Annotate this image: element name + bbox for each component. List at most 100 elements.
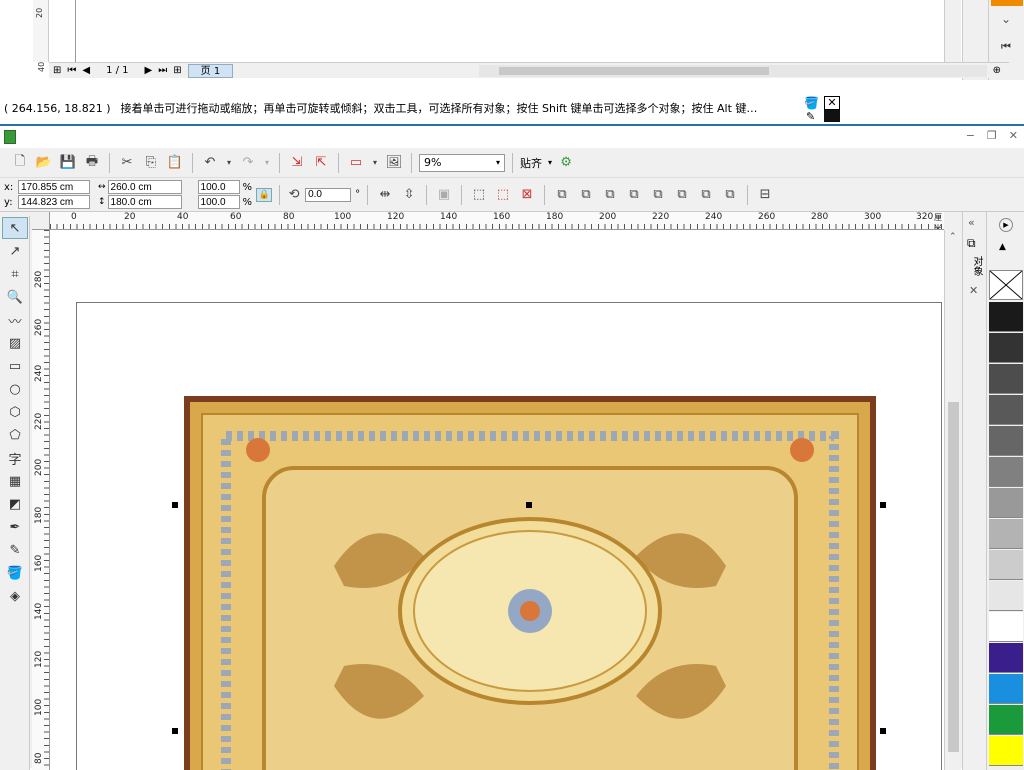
selection-handle[interactable] xyxy=(172,728,178,734)
print-icon[interactable]: 🖶 xyxy=(82,153,102,173)
polygon-tool-icon[interactable]: ⬡ xyxy=(2,401,28,423)
redo-icon[interactable]: ↷ xyxy=(238,153,258,173)
palette-swatch[interactable] xyxy=(989,426,1023,456)
table-tool-icon[interactable]: ▦ xyxy=(2,470,28,492)
shape-tool-icon[interactable]: ↗ xyxy=(2,240,28,262)
close-icon[interactable]: ✕ xyxy=(969,284,978,297)
fill-tool-icon[interactable]: 🪣 xyxy=(2,562,28,584)
trim-icon[interactable]: ⧉ xyxy=(600,185,620,205)
outline-pen-icon[interactable]: ✎ xyxy=(2,539,28,561)
interactive-fill-icon[interactable]: ◈ xyxy=(2,585,28,607)
rectangle-tool-icon[interactable]: ▭ xyxy=(2,355,28,377)
options-icon[interactable]: ⚙ xyxy=(556,153,576,173)
full-screen-preview-icon[interactable]: 🖼 xyxy=(384,153,404,173)
boundary-icon[interactable]: ⧉ xyxy=(720,185,740,205)
front-minus-back-icon[interactable]: ⧉ xyxy=(672,185,692,205)
vertical-scrollbar[interactable]: ⌃ xyxy=(944,230,961,770)
height-input[interactable] xyxy=(107,195,182,209)
chevron-down-icon[interactable]: ⌄ xyxy=(1001,12,1011,26)
group-icon[interactable]: ⬚ xyxy=(469,185,489,205)
selection-handle[interactable] xyxy=(880,728,886,734)
close-icon[interactable]: ✕ xyxy=(1009,129,1018,142)
docker-tab-objects[interactable]: 对象 xyxy=(969,256,984,276)
snap-to-button[interactable]: 贴齐 ▾ xyxy=(520,155,552,171)
outline-pen-icon[interactable]: ✎ xyxy=(806,110,815,123)
width-input[interactable] xyxy=(107,180,182,194)
chevron-up-icon[interactable]: ▲ xyxy=(999,242,1006,252)
fill-icon[interactable]: 🪣 xyxy=(804,96,819,110)
export-icon[interactable]: ⇱ xyxy=(311,153,331,173)
back-minus-front-icon[interactable]: ⧉ xyxy=(696,185,716,205)
wrap-text-icon[interactable]: ▣ xyxy=(434,185,454,205)
chevron-down-icon[interactable]: ▾ xyxy=(262,153,272,173)
document-area-previous[interactable] xyxy=(75,0,943,62)
outline-color-swatch[interactable] xyxy=(824,110,840,122)
next-page-icon[interactable]: ▶ xyxy=(145,65,153,76)
mirror-horizontal-icon[interactable]: ⇹ xyxy=(375,185,395,205)
paste-icon[interactable]: 📋 xyxy=(165,153,185,173)
palette-swatch[interactable] xyxy=(989,364,1023,394)
basic-shapes-icon[interactable]: ⬠ xyxy=(2,424,28,446)
new-document-icon[interactable]: 🗋 xyxy=(10,153,30,173)
zoom-icon[interactable]: ⊕ xyxy=(993,65,1001,76)
x-position-input[interactable] xyxy=(18,180,90,194)
smart-fill-icon[interactable]: ▨ xyxy=(2,332,28,354)
palette-menu-icon[interactable]: ▶ xyxy=(999,218,1013,232)
no-color-swatch[interactable] xyxy=(989,270,1023,300)
import-icon[interactable]: ⇲ xyxy=(287,153,307,173)
chevron-down-icon[interactable]: ▾ xyxy=(370,153,380,173)
chevron-up-icon[interactable]: ⌃ xyxy=(949,232,957,242)
text-tool-icon[interactable]: 字 xyxy=(2,447,28,469)
crop-tool-icon[interactable]: ⌗ xyxy=(2,263,28,285)
first-page-icon[interactable]: ⏮ xyxy=(67,65,76,76)
palette-swatch[interactable] xyxy=(989,302,1023,332)
palette-swatch[interactable] xyxy=(989,488,1023,518)
palette-swatch[interactable] xyxy=(989,705,1023,735)
palette-swatch[interactable] xyxy=(991,0,1023,6)
page-tab[interactable]: 页 1 xyxy=(187,63,234,78)
carpet-artwork[interactable] xyxy=(184,386,876,770)
last-page-icon[interactable]: ⏭ xyxy=(158,65,167,76)
palette-swatch[interactable] xyxy=(989,550,1023,580)
prev-page-icon[interactable]: ◀ xyxy=(82,65,90,76)
palette-swatch[interactable] xyxy=(989,643,1023,673)
add-page-icon[interactable]: ⊞ xyxy=(173,65,181,76)
selection-handle[interactable] xyxy=(880,502,886,508)
horizontal-ruler[interactable]: 0 20 40 60 80 100 120 140 160 180 200 22… xyxy=(50,212,944,230)
chevron-down-icon[interactable]: ▾ xyxy=(224,153,234,173)
minimize-icon[interactable]: − xyxy=(966,129,975,142)
open-folder-icon[interactable]: 📂 xyxy=(34,153,54,173)
interactive-tool-icon[interactable]: ◩ xyxy=(2,493,28,515)
palette-swatch[interactable] xyxy=(989,736,1023,766)
undo-icon[interactable]: ↶ xyxy=(200,153,220,173)
palette-swatch[interactable] xyxy=(989,395,1023,425)
save-icon[interactable]: 💾 xyxy=(58,153,78,173)
palette-swatch[interactable] xyxy=(989,457,1023,487)
palette-swatch[interactable] xyxy=(989,519,1023,549)
palette-swatch[interactable] xyxy=(989,674,1023,704)
selection-handle[interactable] xyxy=(172,502,178,508)
scroll-thumb[interactable] xyxy=(948,402,959,752)
rotation-input[interactable] xyxy=(305,187,352,202)
palette-swatch[interactable] xyxy=(989,333,1023,363)
copy-icon[interactable]: ⎘ xyxy=(141,153,161,173)
scale-y-input[interactable] xyxy=(197,195,240,209)
restore-icon[interactable]: ❐ xyxy=(987,129,997,142)
ellipse-tool-icon[interactable]: ○ xyxy=(2,378,28,400)
align-distribute-icon[interactable]: ⊟ xyxy=(755,185,775,205)
publish-pdf-icon[interactable]: ▭ xyxy=(346,153,366,173)
objects-docker-icon[interactable]: ⧉ xyxy=(967,236,976,251)
selection-handle[interactable] xyxy=(526,502,532,508)
drawing-canvas[interactable] xyxy=(50,230,944,770)
weld-icon[interactable]: ⧉ xyxy=(576,185,596,205)
cut-icon[interactable]: ✂ xyxy=(117,153,137,173)
zoom-level-select[interactable]: 9% ▾ xyxy=(419,153,505,172)
add-page-icon[interactable]: ⊞ xyxy=(53,65,61,76)
vertical-ruler[interactable]: 280 260 240 220 200 180 160 140 120 100 … xyxy=(32,230,50,770)
pick-tool-icon[interactable]: ↖ xyxy=(2,217,28,239)
scroll-thumb[interactable] xyxy=(499,66,770,75)
collapse-docker-icon[interactable]: « xyxy=(968,216,975,229)
simplify-icon[interactable]: ⧉ xyxy=(648,185,668,205)
lock-ratio-icon[interactable]: 🔒 xyxy=(256,187,273,202)
palette-swatch[interactable] xyxy=(989,581,1023,611)
